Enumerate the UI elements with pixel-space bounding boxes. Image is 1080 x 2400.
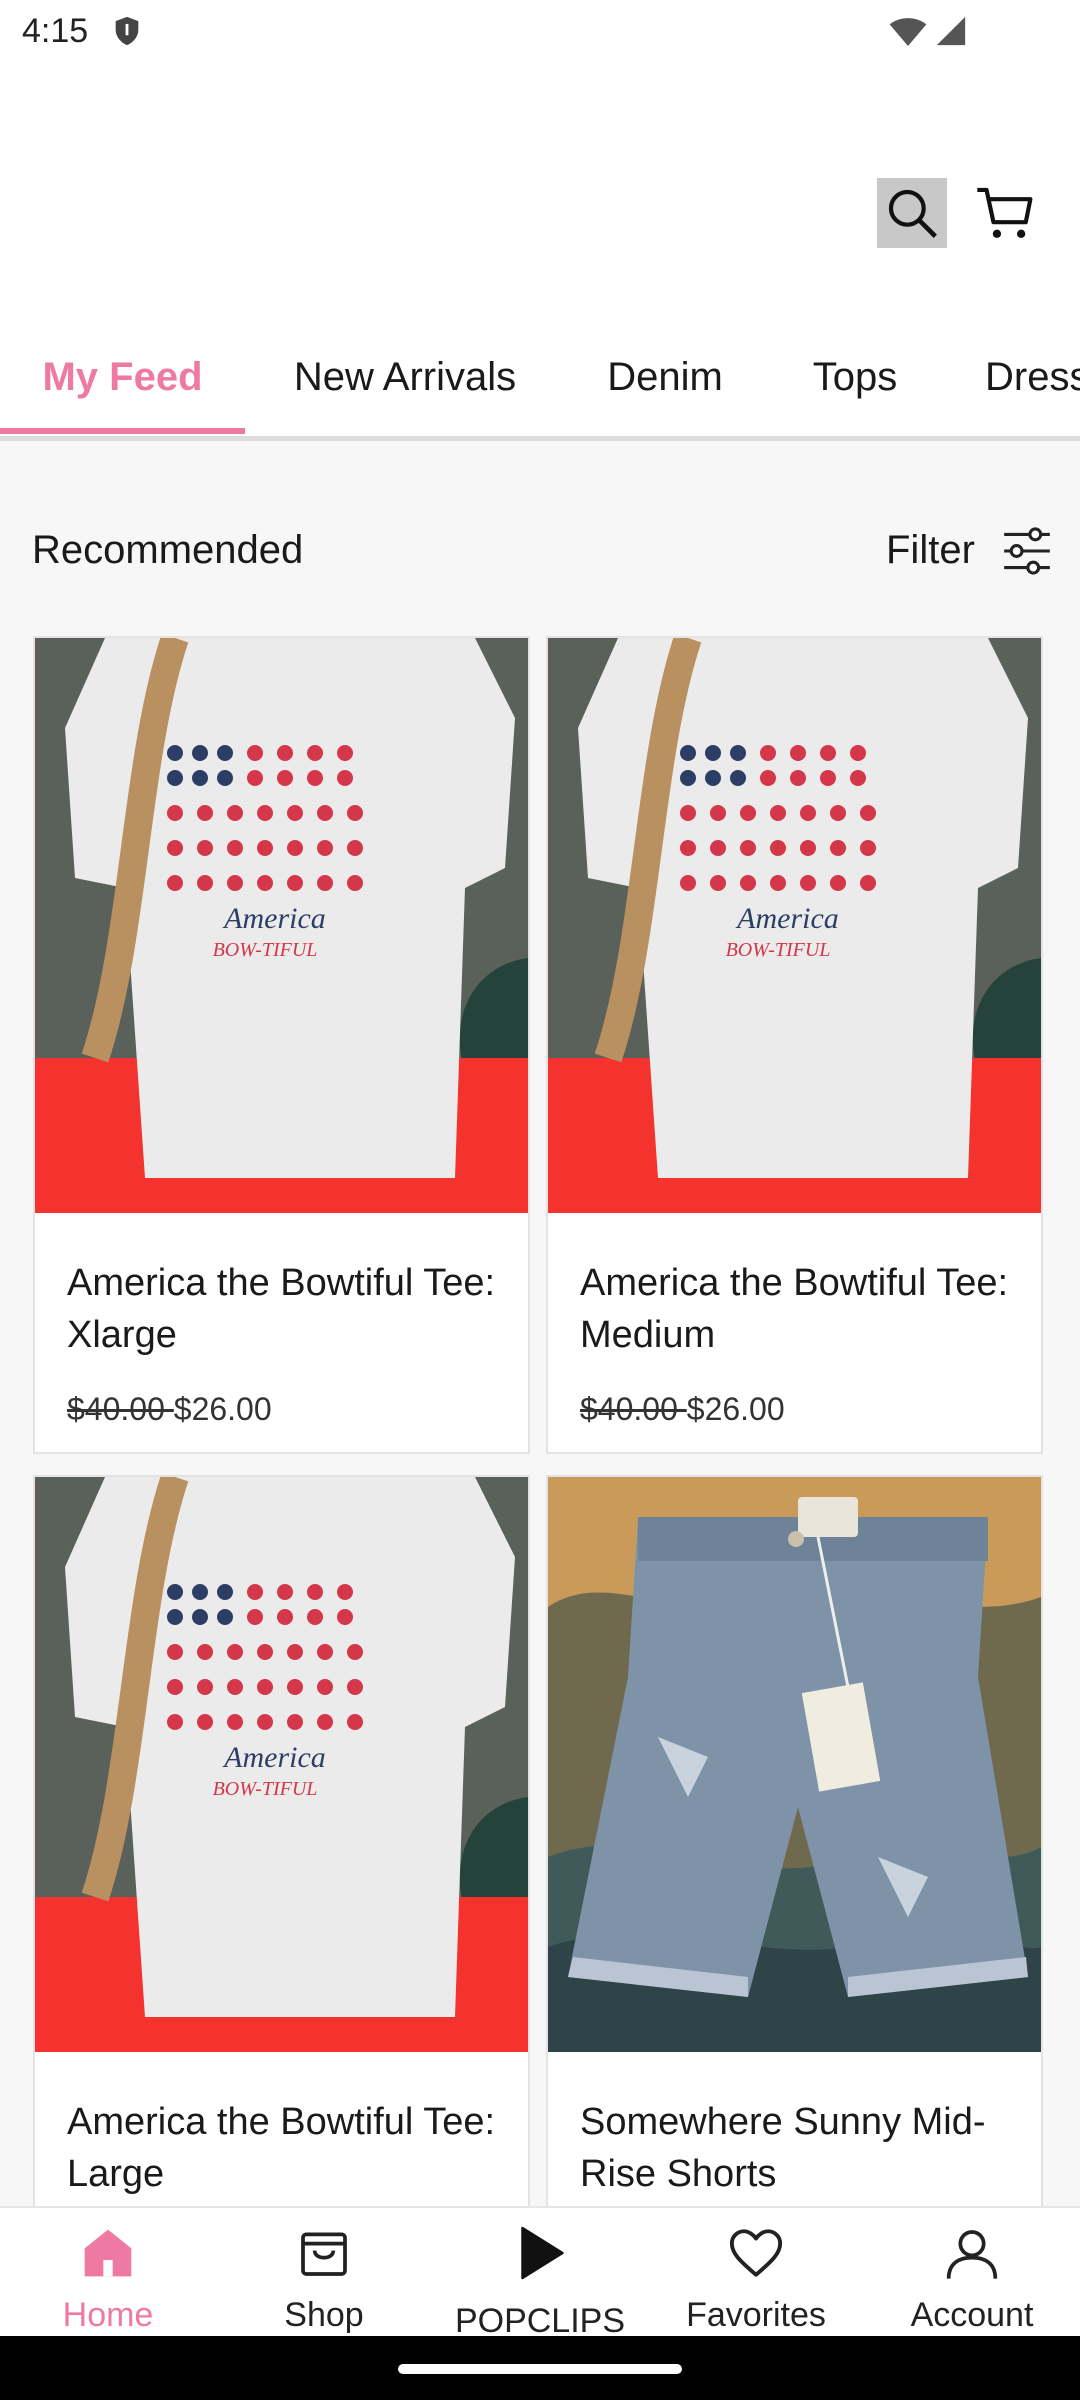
original-price: $40.00 bbox=[67, 1391, 174, 1427]
product-image-tee: America BOW-TIFUL bbox=[35, 1477, 528, 2052]
nav-home[interactable]: Home bbox=[0, 2208, 216, 2338]
tab-denim[interactable]: Denim bbox=[575, 318, 755, 436]
signal-icon bbox=[936, 16, 966, 46]
product-name: America the Bowtiful Tee: Xlarge bbox=[67, 1262, 496, 1356]
active-tab-indicator bbox=[0, 428, 245, 434]
nav-account-label: Account bbox=[910, 2296, 1034, 2334]
filter-sliders-icon[interactable] bbox=[1002, 524, 1052, 578]
nav-favorites[interactable]: Favorites bbox=[648, 2208, 864, 2338]
product-card[interactable]: America BOW-TIFUL America the Bowtiful T… bbox=[546, 636, 1043, 1454]
product-card[interactable]: Somewhere Sunny Mid-Rise Shorts bbox=[546, 1475, 1043, 2215]
search-icon bbox=[888, 189, 937, 238]
nav-shop[interactable]: Shop bbox=[216, 2208, 432, 2338]
nav-account[interactable]: Account bbox=[864, 2208, 1080, 2338]
section-title: Recommended bbox=[32, 528, 304, 572]
nav-favorites-label: Favorites bbox=[686, 2296, 826, 2334]
original-price: $40.00 bbox=[580, 1391, 687, 1427]
filter-button[interactable]: Filter bbox=[886, 528, 975, 573]
wifi-icon bbox=[889, 18, 927, 46]
product-card[interactable]: America BOW-TIFUL America the Bowtiful T… bbox=[33, 1475, 530, 2215]
home-icon bbox=[84, 2229, 132, 2277]
account-icon bbox=[946, 2230, 998, 2279]
product-name: America the Bowtiful Tee: Medium bbox=[580, 1262, 1009, 1356]
sale-price: $26.00 bbox=[173, 1391, 272, 1427]
tee-print-line1: America bbox=[222, 902, 326, 935]
product-card[interactable]: America BOW-TIFUL America the Bowtiful T… bbox=[33, 636, 530, 1454]
nav-home-label: Home bbox=[62, 2296, 154, 2334]
tee-print-line1: America bbox=[222, 1741, 326, 1774]
tee-print-line2: BOW-TIFUL bbox=[726, 939, 831, 961]
sale-price: $26.00 bbox=[686, 1391, 785, 1427]
cart-icon bbox=[977, 187, 1033, 238]
shield-icon bbox=[115, 16, 139, 46]
search-button[interactable] bbox=[877, 178, 947, 248]
status-bar: 4:15 bbox=[0, 0, 1080, 64]
nav-shop-label: Shop bbox=[284, 2296, 364, 2334]
product-price: $40.00 $26.00 bbox=[580, 1391, 785, 1428]
nav-popclips[interactable]: POPCLIPS bbox=[432, 2208, 648, 2340]
product-image-tee: America BOW-TIFUL bbox=[35, 638, 528, 1213]
tab-tops[interactable]: Tops bbox=[755, 318, 955, 436]
category-tabs: My Feed New Arrivals Denim Tops Dress bbox=[0, 318, 1080, 438]
product-image-shorts bbox=[548, 1477, 1041, 2052]
bottom-navigation: Home Shop POPCLIPS Favorites Account bbox=[0, 2206, 1080, 2340]
home-gesture-handle[interactable] bbox=[398, 2364, 682, 2374]
shop-icon bbox=[301, 2232, 347, 2276]
product-price: $40.00 $26.00 bbox=[67, 1391, 272, 1428]
cart-button[interactable] bbox=[970, 180, 1040, 246]
product-name: America the Bowtiful Tee: Large bbox=[67, 2101, 496, 2195]
tee-print-line2: BOW-TIFUL bbox=[213, 939, 318, 961]
tab-new-arrivals[interactable]: New Arrivals bbox=[250, 318, 560, 436]
product-name: Somewhere Sunny Mid-Rise Shorts bbox=[580, 2101, 986, 2195]
tab-my-feed[interactable]: My Feed bbox=[0, 318, 245, 436]
app-screen: 4:15 My Feed New Arrivals Denim Tops Dre… bbox=[0, 0, 1080, 2400]
play-icon bbox=[521, 2226, 564, 2280]
tee-print-line2: BOW-TIFUL bbox=[213, 1778, 318, 1800]
tab-dress[interactable]: Dress bbox=[985, 318, 1080, 436]
tee-print-line1: America bbox=[735, 902, 839, 935]
status-time: 4:15 bbox=[22, 12, 89, 50]
product-image-tee: America BOW-TIFUL bbox=[548, 638, 1041, 1213]
heart-icon bbox=[729, 2229, 783, 2277]
